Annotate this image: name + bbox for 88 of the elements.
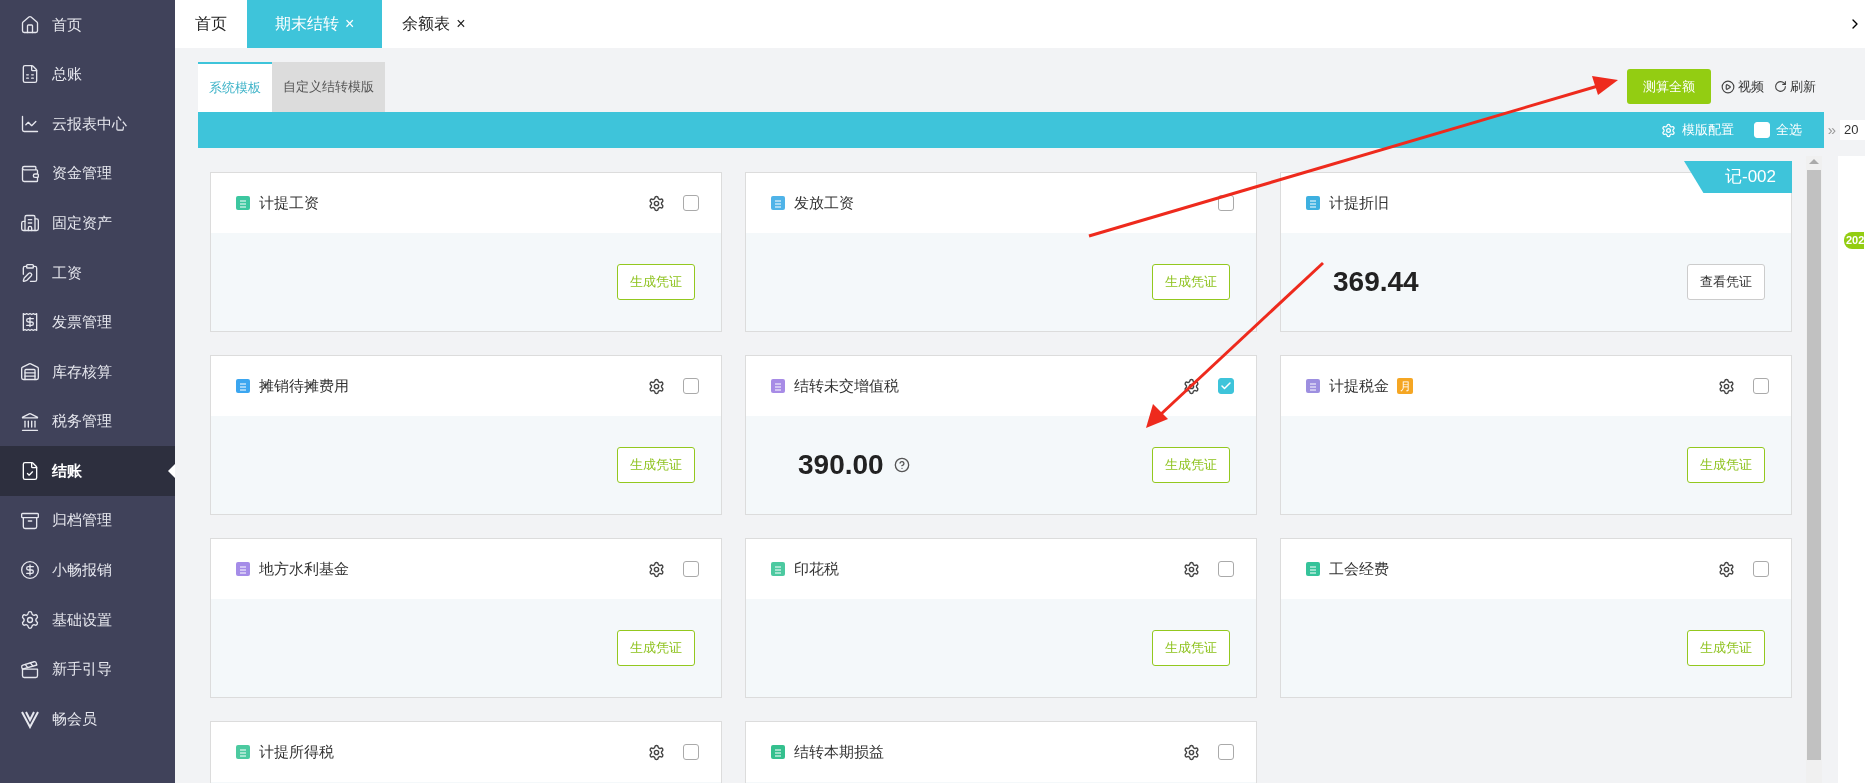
checkbox[interactable] (683, 195, 699, 211)
card-title: 摊销待摊费用 (259, 375, 349, 396)
card-title: 印花税 (794, 558, 839, 579)
settings-icon[interactable] (648, 743, 665, 761)
voucher-ribbon: 记-002 (1684, 161, 1792, 193)
category-icon (770, 561, 786, 577)
checkbox[interactable] (1753, 561, 1769, 577)
nav-icon (20, 14, 40, 35)
page-tab[interactable]: 首页 (175, 0, 247, 48)
sidebar-item[interactable]: 结账 (0, 446, 175, 496)
nav-icon (20, 659, 40, 680)
close-icon[interactable]: × (456, 12, 466, 36)
settings-icon[interactable] (1183, 743, 1200, 761)
checkbox[interactable] (683, 561, 699, 577)
card-title: 工会经费 (1329, 558, 1389, 579)
nav-icon (20, 461, 40, 482)
view-voucher-button[interactable]: 查看凭证 (1687, 264, 1765, 300)
card-title: 计提所得税 (259, 741, 334, 762)
category-icon (235, 561, 251, 577)
amount: 369.44 (1333, 265, 1419, 299)
checkbox[interactable] (683, 378, 699, 394)
sidebar-item[interactable]: 发票管理 (0, 297, 175, 348)
help-icon[interactable] (893, 457, 910, 473)
sidebar-item[interactable]: 新手引导 (0, 644, 175, 695)
page-tab[interactable]: 余额表 × (382, 0, 486, 48)
sidebar-item[interactable]: 基础设置 (0, 595, 175, 645)
sidebar-item[interactable]: 固定资产 (0, 198, 175, 248)
nav-icon (20, 312, 40, 333)
nav-icon (20, 361, 40, 382)
checkbox[interactable] (1218, 561, 1234, 577)
refresh-link[interactable]: 刷新 (1790, 76, 1816, 97)
sidebar-item[interactable]: 小畅报销 (0, 545, 175, 596)
sidebar-item[interactable]: 归档管理 (0, 495, 175, 546)
nav-icon (20, 163, 40, 184)
category-icon (235, 744, 251, 760)
settings-icon[interactable] (1718, 560, 1735, 578)
settings-icon[interactable] (648, 194, 665, 212)
settings-icon[interactable] (1718, 377, 1735, 395)
nav-icon (20, 64, 40, 85)
category-icon (235, 378, 251, 394)
card-title: 结转本期损益 (794, 741, 884, 762)
sidebar-item[interactable]: 畅会员 (0, 694, 175, 744)
category-icon (770, 195, 786, 211)
checkbox[interactable] (1753, 378, 1769, 394)
v-logo-icon (20, 709, 40, 730)
card-title: 结转未交增值税 (794, 375, 899, 396)
year-badge: 202 (1844, 232, 1865, 249)
category-icon (1305, 378, 1321, 394)
category-icon (770, 378, 786, 394)
template-tab[interactable]: 自定义结转模版 (272, 62, 385, 112)
settings-icon[interactable] (1183, 560, 1200, 578)
sidebar-item[interactable]: 总账 (0, 49, 175, 100)
nav-icon (20, 560, 40, 581)
scrollbar[interactable] (1806, 156, 1822, 783)
period-badge: 月 (1397, 378, 1413, 394)
settings-icon[interactable] (648, 377, 665, 395)
card-title: 计提税金 (1329, 375, 1389, 396)
nav-icon (20, 213, 40, 234)
checkbox[interactable] (1218, 378, 1234, 394)
sidebar-item[interactable]: 首页 (0, 0, 175, 50)
video-link[interactable]: 视频 (1738, 76, 1764, 97)
amount: 390.00 (798, 448, 884, 482)
settings-icon[interactable] (1183, 377, 1200, 395)
card-title: 计提工资 (259, 192, 319, 213)
category-icon (1305, 195, 1321, 211)
settings-icon[interactable] (648, 560, 665, 578)
sidebar-item[interactable]: 税务管理 (0, 396, 175, 447)
category-icon (235, 195, 251, 211)
card-title: 发放工资 (794, 192, 854, 213)
refresh-icon[interactable] (1774, 80, 1787, 93)
category-icon (1305, 561, 1321, 577)
sidebar-item[interactable]: 工资 (0, 247, 175, 298)
sidebar-item[interactable]: 资金管理 (0, 148, 175, 199)
checkbox[interactable] (683, 744, 699, 760)
checkbox[interactable] (1218, 744, 1234, 760)
sidebar-item[interactable]: 库存核算 (0, 347, 175, 397)
check-icon (1220, 380, 1232, 392)
nav-icon (20, 609, 40, 630)
nav-icon (20, 262, 40, 283)
year-text: 20 (1840, 120, 1865, 140)
play-icon[interactable] (1721, 79, 1735, 94)
nav-icon (20, 510, 40, 531)
nav-icon (20, 411, 40, 432)
category-icon (770, 744, 786, 760)
sidebar-item[interactable]: 云报表中心 (0, 99, 175, 149)
card-title: 计提折旧 (1329, 192, 1389, 213)
nav-icon (20, 114, 40, 134)
card-title: 地方水利基金 (259, 558, 349, 579)
